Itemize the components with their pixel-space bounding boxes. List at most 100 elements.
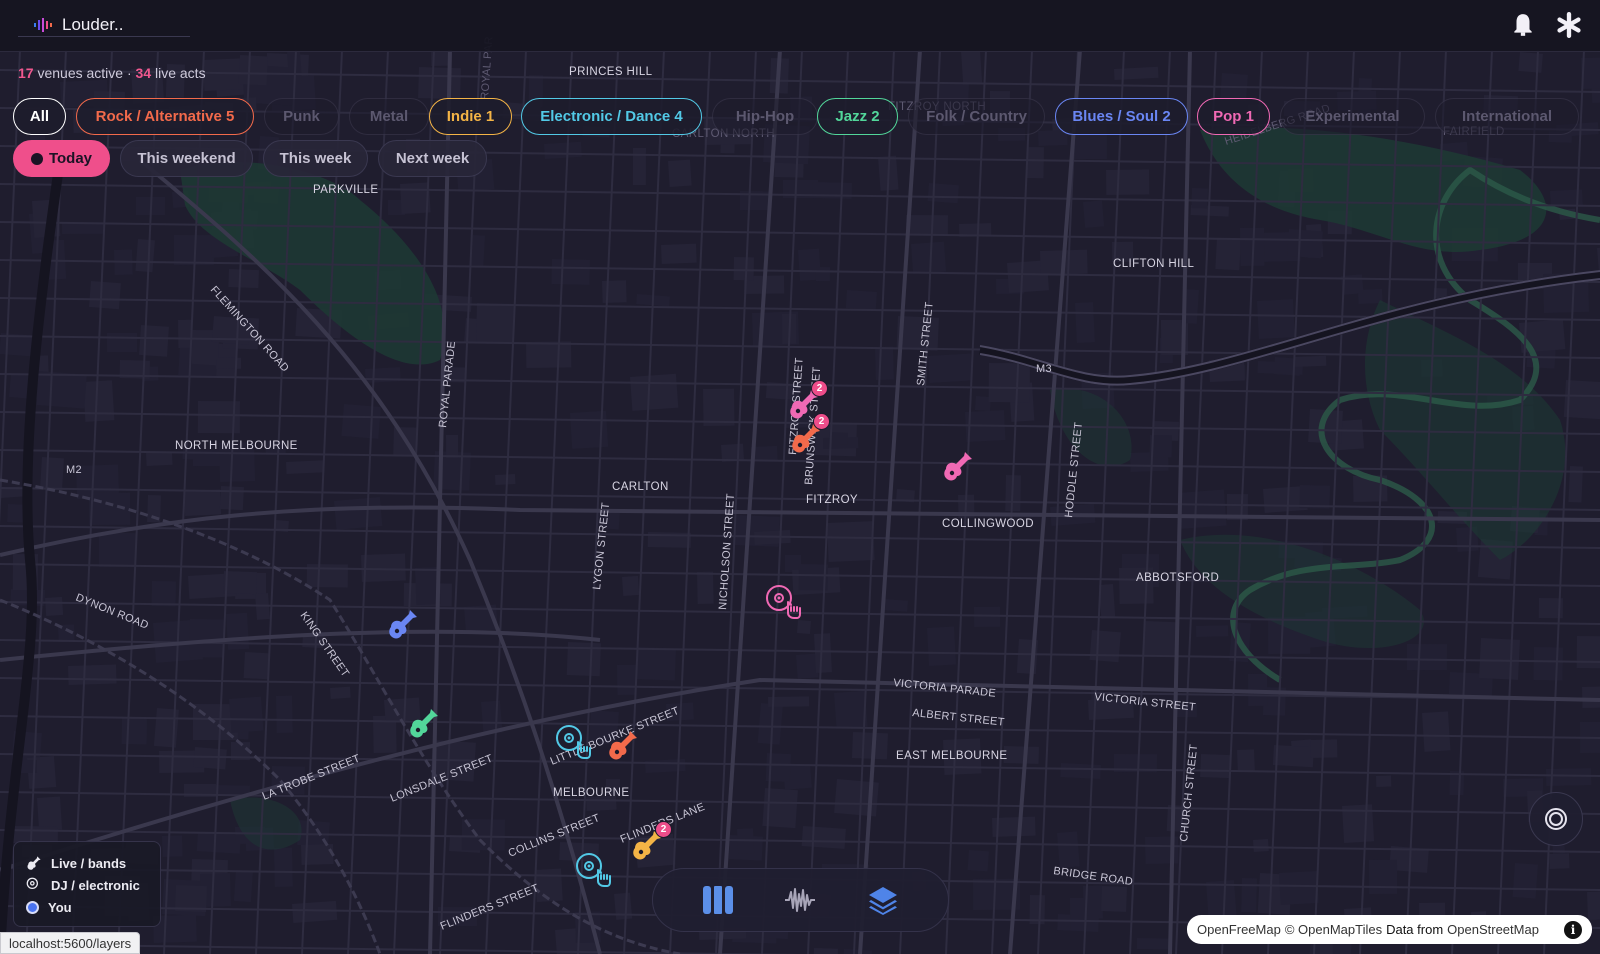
genre-chip-all[interactable]: All [13, 98, 66, 135]
venue-marker-guitar-rock[interactable]: 2 [789, 413, 830, 460]
city-block [1512, 863, 1538, 899]
acts-count: 34 [135, 65, 152, 81]
asterisk-icon[interactable] [1556, 12, 1582, 38]
legend-row-you: You [26, 896, 148, 918]
genre-chip-pop[interactable]: Pop 1 [1197, 98, 1270, 135]
map-icon [703, 886, 734, 914]
openmaptiles-link[interactable]: © OpenMapTiles [1285, 922, 1382, 937]
waveform-button[interactable] [780, 880, 820, 920]
city-block [829, 431, 848, 445]
venue-marker-dj-electronic[interactable] [574, 851, 612, 894]
svg-text:CARLTON: CARLTON [612, 481, 669, 493]
city-block [1587, 890, 1600, 920]
genre-chip-metal[interactable]: Metal [349, 98, 429, 135]
openfreemap-link[interactable]: OpenFreeMap [1197, 922, 1281, 937]
city-block [1368, 859, 1398, 894]
legend-row-dj-electronic: DJ / electronic [26, 874, 148, 896]
genre-chip-indie[interactable]: Indie 1 [429, 98, 512, 135]
city-block [960, 49, 983, 85]
city-block [1376, 775, 1392, 787]
city-block [784, 555, 801, 573]
city-block [630, 373, 679, 411]
venue-marker-guitar-indie[interactable]: 2 [630, 821, 672, 867]
logo-underline [18, 36, 190, 37]
venue-marker-guitar-pop[interactable] [941, 449, 975, 488]
svg-text:NORTH MELBOURNE: NORTH MELBOURNE [175, 440, 298, 452]
openstreetmap-link[interactable]: OpenStreetMap [1447, 922, 1539, 937]
top-bar: Louder.. [0, 0, 1600, 52]
svg-text:PARKVILLE: PARKVILLE [313, 184, 378, 196]
venue-marker-dj-electronic[interactable] [554, 723, 592, 766]
city-block [1518, 52, 1543, 73]
map-view-button[interactable] [698, 880, 738, 920]
layers-icon [868, 887, 897, 915]
location-dot-icon [26, 900, 39, 914]
city-block [668, 159, 692, 187]
city-block [1191, 188, 1208, 209]
app-logo[interactable]: Louder.. [34, 15, 123, 35]
date-chip-this-week[interactable]: This week [263, 140, 368, 177]
genre-chip-jazz[interactable]: Jazz 2 [817, 98, 898, 135]
venue-count-badge: 2 [813, 413, 830, 430]
genre-chip-hip-hop[interactable]: Hip-Hop [712, 98, 818, 135]
city-block [89, 281, 121, 310]
city-block [801, 826, 846, 849]
venue-marker-guitar-jazz[interactable] [407, 706, 441, 745]
city-block [827, 521, 875, 562]
map-attribution: OpenFreeMap © OpenMapTiles Data from Ope… [1187, 915, 1592, 944]
acts-label: live acts [155, 65, 206, 81]
city-block [273, 847, 293, 887]
city-block [202, 58, 246, 91]
date-chip-next-week[interactable]: Next week [378, 140, 487, 177]
city-block [219, 486, 244, 511]
locate-me-button[interactable] [1529, 792, 1583, 846]
svg-text:COLLINGWOOD: COLLINGWOOD [942, 518, 1034, 530]
city-block [815, 267, 830, 282]
genre-chip-electronic-dance[interactable]: Electronic / Dance 4 [521, 98, 702, 135]
city-block [1237, 749, 1255, 772]
info-icon[interactable]: i [1564, 920, 1582, 939]
city-block [229, 696, 264, 733]
layers-button[interactable] [863, 880, 903, 920]
city-block [1106, 169, 1150, 195]
app-root: PRINCES HILL CARLTON NORTH FITZROY NORTH… [0, 0, 1600, 954]
genre-chip-blues-soul[interactable]: Blues / Soul 2 [1055, 98, 1188, 135]
turntable-icon [766, 585, 801, 619]
city-block [1143, 621, 1177, 657]
city-block [757, 703, 783, 745]
genre-chip-folk-country[interactable]: Folk / Country [908, 98, 1045, 135]
venue-marker-guitar-blues[interactable] [386, 607, 420, 646]
city-block [1252, 838, 1269, 852]
genre-chip-experimental[interactable]: Experimental [1280, 98, 1425, 135]
guitar-icon [27, 856, 41, 870]
city-block [851, 731, 888, 760]
city-block [812, 947, 838, 954]
svg-text:CLIFTON HILL: CLIFTON HILL [1113, 258, 1194, 270]
svg-text:PRINCES HILL: PRINCES HILL [569, 66, 653, 78]
genre-chip-international[interactable]: International [1435, 98, 1579, 135]
city-block [334, 496, 383, 530]
today-dot-icon [30, 152, 43, 165]
venue-marker-dj-pop[interactable] [764, 583, 802, 626]
city-block [927, 626, 957, 666]
bottom-toolbar [652, 868, 949, 932]
city-block [928, 353, 973, 383]
bell-icon[interactable] [1510, 12, 1536, 38]
city-block [361, 553, 406, 582]
city-block [1294, 355, 1327, 367]
date-chip-today[interactable]: Today [13, 140, 110, 177]
city-block [733, 257, 754, 281]
svg-text:M2: M2 [66, 464, 82, 476]
city-block [1060, 763, 1101, 780]
city-block [135, 239, 155, 273]
app-title: Louder.. [62, 15, 124, 34]
date-chip-this-weekend[interactable]: This weekend [120, 140, 253, 177]
city-block [974, 396, 991, 412]
city-block [1533, 647, 1563, 681]
map-legend: Live / bands DJ / electronic You [13, 841, 161, 927]
venue-marker-guitar-rock[interactable] [606, 728, 640, 767]
city-block [106, 332, 138, 352]
genre-chip-rock-alternative[interactable]: Rock / Alternative 5 [76, 98, 254, 135]
city-block [121, 717, 147, 745]
genre-chip-punk[interactable]: Punk [264, 98, 339, 135]
